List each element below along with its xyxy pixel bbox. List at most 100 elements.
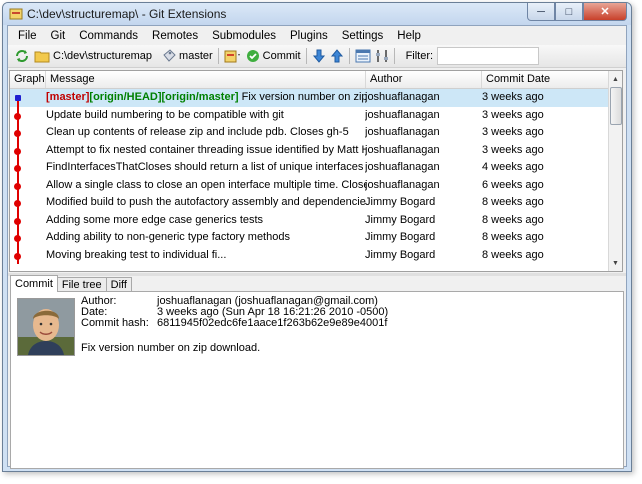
browse-button[interactable] (353, 47, 373, 65)
table-row[interactable]: Update build numbering to be compatible … (10, 106, 608, 125)
tab-file-tree[interactable]: File tree (56, 277, 107, 292)
date-cell: 6 weeks ago (482, 178, 544, 191)
toolbar: C:\dev\structuremap master Commit Filter… (8, 45, 626, 68)
tab-diff[interactable]: Diff (105, 277, 132, 292)
commit-message-text: Update build numbering to be compatible … (46, 108, 284, 121)
commit-panel: Author: joshuaflanagan (joshuaflanagan@g… (10, 291, 624, 469)
toolbar-separator (217, 48, 219, 64)
author-cell: joshuaflanagan (365, 126, 440, 138)
menu-git[interactable]: Git (44, 30, 73, 42)
table-row[interactable]: [master][origin/HEAD][origin/master] Fix… (10, 89, 608, 107)
column-header-author[interactable]: Author (366, 71, 482, 88)
message-cell: FindInterfacesThatCloses should return a… (46, 159, 366, 177)
commit-message: Fix version number on zip download. (81, 342, 261, 354)
settings-button[interactable] (373, 47, 391, 65)
repo-path-button[interactable]: C:\dev\structuremap (32, 47, 154, 65)
column-header-graph[interactable]: Graph (10, 71, 46, 88)
message-cell: Attempt to fix nested container threadin… (46, 142, 366, 160)
pull-icon (312, 49, 325, 63)
commit-message-text: Fix version number on zip download. (241, 91, 366, 103)
grid-rows: [master][origin/HEAD][origin/master] Fix… (10, 89, 608, 264)
message-cell: Allow a single class to close an open in… (46, 177, 366, 195)
detail-tabs: Commit File tree Diff (10, 275, 132, 292)
date-cell: 3 weeks ago (482, 108, 544, 121)
pull-button[interactable] (310, 47, 328, 65)
ref-label: [master] (46, 91, 90, 103)
menu-help[interactable]: Help (390, 30, 428, 42)
commit-node (14, 217, 21, 225)
date-cell: 8 weeks ago (482, 248, 544, 261)
menu-remotes[interactable]: Remotes (145, 30, 205, 42)
commit-node (14, 182, 21, 190)
hash-label: Commit hash: (81, 317, 149, 329)
menu-submodules[interactable]: Submodules (205, 30, 283, 42)
menu-plugins[interactable]: Plugins (283, 30, 335, 42)
commit-node (14, 165, 21, 172)
table-row[interactable]: Allow a single class to close an open in… (10, 176, 608, 195)
avatar (17, 298, 75, 356)
toolbar-separator (348, 48, 350, 64)
branch-icon (163, 49, 176, 62)
tab-commit[interactable]: Commit (10, 275, 58, 292)
message-cell: Adding some more edge case generics test… (46, 212, 366, 230)
table-row[interactable]: Moving breaking test to individual fi...… (10, 246, 608, 264)
commit-node (14, 112, 21, 120)
stash-button[interactable] (222, 47, 244, 65)
commit-node (14, 130, 21, 137)
table-row[interactable]: Adding ability to non-generic type facto… (10, 229, 608, 247)
branch-button[interactable]: master (160, 47, 215, 65)
table-row[interactable]: Adding some more edge case generics test… (10, 211, 608, 230)
table-row[interactable]: FindInterfacesThatCloses should return a… (10, 159, 608, 177)
date-cell: 3 weeks ago (482, 91, 544, 103)
table-row[interactable]: Clean up contents of release zip and inc… (10, 124, 608, 142)
ref-label: [origin/HEAD] (89, 91, 162, 103)
author-cell: joshuaflanagan (365, 161, 440, 173)
scroll-down-icon[interactable]: ▼ (610, 256, 621, 270)
message-cell: Adding ability to non-generic type facto… (46, 229, 366, 247)
push-button[interactable] (328, 47, 346, 65)
graph-cell (10, 89, 44, 107)
date-cell: 3 weeks ago (482, 126, 544, 138)
commit-message-text: Moving breaking test to individual fi... (46, 248, 227, 261)
menu-file[interactable]: File (8, 30, 44, 42)
repo-path: C:\dev\structuremap (53, 50, 153, 62)
filter-input[interactable] (437, 47, 540, 65)
commit-node (14, 147, 21, 155)
graph-cell (10, 141, 44, 159)
graph-cell (10, 159, 44, 177)
table-row[interactable]: Attempt to fix nested container threadin… (10, 141, 608, 160)
close-button[interactable]: ✕ (583, 3, 627, 21)
folder-icon (34, 51, 50, 63)
menu-settings[interactable]: Settings (335, 30, 391, 42)
graph-cell (10, 194, 44, 212)
message-cell: Update build numbering to be compatible … (46, 107, 366, 125)
table-row[interactable]: Modified build to push the autofactory a… (10, 194, 608, 212)
commit-message-text: Adding ability to non-generic type facto… (46, 231, 290, 243)
toolbar-separator (393, 48, 395, 64)
author-cell: Jimmy Bogard (365, 213, 436, 226)
column-header-message[interactable]: Message (46, 71, 366, 88)
filter-label: Filter: (405, 50, 434, 62)
column-header-date[interactable]: Commit Date (482, 71, 608, 88)
push-icon (330, 49, 343, 63)
commit-button[interactable]: Commit (244, 47, 303, 65)
scroll-up-icon[interactable]: ▲ (610, 72, 621, 86)
author-cell: Jimmy Bogard (365, 196, 436, 208)
commit-message-text: Attempt to fix nested container threadin… (46, 143, 366, 156)
refresh-button[interactable] (12, 47, 32, 65)
commit-node (14, 235, 21, 242)
client-area: File Git Commands Remotes Submodules Plu… (7, 25, 627, 469)
title-bar: C:\dev\structuremap\ - Git Extensions ─ … (3, 3, 631, 25)
grid-header: Graph Message Author Commit Date (10, 71, 608, 89)
scroll-thumb[interactable] (610, 87, 622, 125)
menu-bar: File Git Commands Remotes Submodules Plu… (8, 26, 626, 45)
browse-icon (355, 49, 371, 63)
commit-node (15, 95, 21, 101)
minimize-button[interactable]: ─ (527, 3, 555, 21)
menu-commands[interactable]: Commands (72, 30, 145, 42)
commit-check-icon (246, 50, 259, 62)
grid-scrollbar[interactable]: ▲ ▼ (608, 71, 622, 271)
graph-cell (10, 246, 44, 264)
date-cell: 8 weeks ago (482, 213, 544, 226)
maximize-button[interactable]: □ (555, 3, 583, 21)
